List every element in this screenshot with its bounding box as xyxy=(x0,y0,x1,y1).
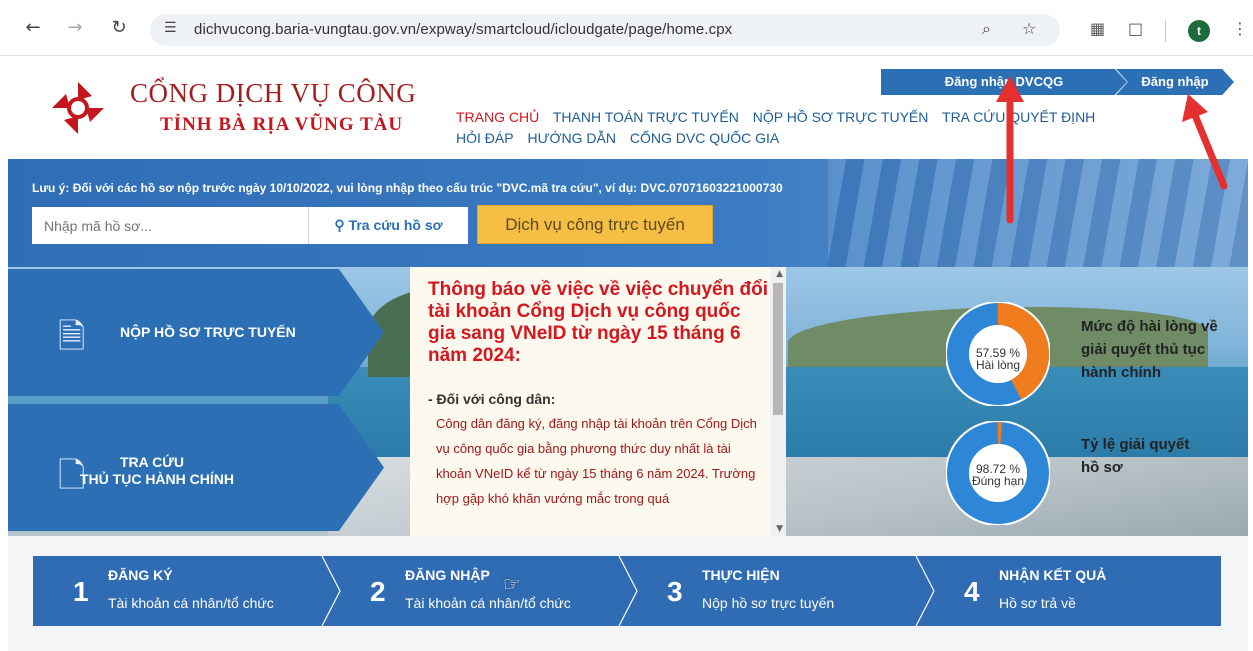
menu-submit-online[interactable]: NỘP HỒ SƠ TRỰC TUYẾN xyxy=(753,109,929,125)
step-desc: Tài khoản cá nhân/tổ chức xyxy=(405,595,571,611)
submit-online-label: NỘP HỒ SƠ TRỰC TUYẾN xyxy=(120,324,296,340)
browser-toolbar: ← → ↻ ☰ dichvucong.baria-vungtau.gov.vn/… xyxy=(0,0,1253,56)
bookmark-star-icon[interactable]: ☆ xyxy=(1022,19,1036,38)
step-title: THỰC HIỆN xyxy=(702,567,780,583)
menu-faq[interactable]: HỎI ĐÁP xyxy=(456,130,514,146)
main-menu: TRANG CHỦ THANH TOÁN TRỰC TUYẾN NỘP HỒ S… xyxy=(456,107,1196,149)
toolbar-divider xyxy=(1165,20,1166,42)
forward-icon[interactable]: → xyxy=(64,17,86,39)
process-steps: 1 ĐĂNG KÝ Tài khoản cá nhân/tổ chức 2 ĐĂ… xyxy=(33,556,1221,626)
search-band: Lưu ý: Đối với các hồ sơ nộp trước ngày … xyxy=(8,159,1248,267)
qr-code-icon[interactable]: ▦ xyxy=(1090,19,1105,38)
step-number: 2 xyxy=(370,576,386,607)
search-button-label: Tra cứu hồ sơ xyxy=(348,217,443,233)
announcement-subtitle: - Đối với công dân: xyxy=(428,391,556,407)
search-icon: ⚲ xyxy=(334,217,345,233)
document-hand-icon: 🗎 xyxy=(58,317,86,357)
step-number: 4 xyxy=(964,576,980,607)
satisfaction-label: Mức độ hài lòng về giải quyết thủ tục hà… xyxy=(1081,318,1218,381)
online-service-button[interactable]: Dịch vụ công trực tuyến xyxy=(477,205,713,244)
brand-title: CỔNG DỊCH VỤ CÔNG xyxy=(130,78,417,108)
reload-icon[interactable]: ↻ xyxy=(108,17,130,39)
profile-avatar[interactable]: t xyxy=(1188,20,1210,42)
step-desc: Hồ sơ trả về xyxy=(999,595,1076,611)
hand-cursor-icon: ☞ xyxy=(503,572,521,596)
menu-kebab-icon[interactable]: ⋮ xyxy=(1232,19,1248,38)
scroll-down-icon[interactable]: ▼ xyxy=(776,524,783,534)
step-title: NHẬN KẾT QUẢ xyxy=(999,567,1107,583)
brand-subtitle: TỈNH BÀ RỊA VŨNG TÀU xyxy=(160,114,404,135)
step-number: 3 xyxy=(667,576,683,607)
announcement-title: Thông báo về việc về việc chuyển đổi tài… xyxy=(428,279,768,366)
announcement-panel: Thông báo về việc về việc chuyển đổi tài… xyxy=(410,267,786,536)
procedure-lookup-tile[interactable]: 🗋 TRA CỨU THỦ TỤC HÀNH CHÍNH xyxy=(8,404,384,531)
step-register[interactable]: 1 ĐĂNG KÝ Tài khoản cá nhân/tổ chức xyxy=(33,556,330,626)
record-search-input[interactable] xyxy=(32,207,308,244)
announcement-body: Công dân đăng ký, đăng nhập tài khoản tr… xyxy=(436,416,757,506)
lookup-label-1: TRA CỨU xyxy=(120,454,184,470)
step-login[interactable]: 2 ĐĂNG NHẬP Tài khoản cá nhân/tổ chức xyxy=(330,556,627,626)
url-text: dichvucong.baria-vungtau.gov.vn/expway/s… xyxy=(194,21,733,38)
site-settings-icon[interactable]: ☰ xyxy=(164,20,177,36)
menu-online-payment[interactable]: THANH TOÁN TRỰC TUYẾN xyxy=(553,109,739,125)
step-receive-result[interactable]: 4 NHẬN KẾT QUẢ Hồ sơ trả về xyxy=(924,556,1221,626)
announcement-scrollbar[interactable]: ▲ ▼ xyxy=(770,267,786,536)
on-time-caption: Đúng hạn xyxy=(971,474,1025,488)
step-number: 1 xyxy=(73,576,89,607)
site-header: CỔNG DỊCH VỤ CÔNG TỈNH BÀ RỊA VŨNG TÀU T… xyxy=(8,56,1248,159)
address-bar[interactable]: ☰ dichvucong.baria-vungtau.gov.vn/expway… xyxy=(150,14,1060,46)
step-title: ĐĂNG NHẬP xyxy=(405,567,490,583)
annotation-arrow xyxy=(996,76,1024,224)
scroll-up-icon[interactable]: ▲ xyxy=(776,269,783,279)
back-icon[interactable]: ← xyxy=(22,17,44,39)
annotation-arrow xyxy=(1182,94,1228,190)
search-button[interactable]: ⚲ Tra cứu hồ sơ xyxy=(308,207,468,244)
menu-national-portal[interactable]: CỔNG DVC QUỐC GIA xyxy=(630,130,779,146)
step-desc: Tài khoản cá nhân/tổ chức xyxy=(108,595,274,611)
scrollbar-thumb[interactable] xyxy=(773,283,783,415)
menu-guide[interactable]: HƯỚNG DẪN xyxy=(527,130,616,146)
hero-section: 🗎 NỘP HỒ SƠ TRỰC TUYẾN 🗋 TRA CỨU THỦ TỤC… xyxy=(8,267,1248,536)
on-time-label: Tỷ lệ giải quyết hồ sơ xyxy=(1081,436,1190,476)
submit-online-tile[interactable]: 🗎 NỘP HỒ SƠ TRỰC TUYẾN xyxy=(8,269,384,396)
lookup-label-2: THỦ TỤC HÀNH CHÍNH xyxy=(80,471,234,487)
step-title: ĐĂNG KÝ xyxy=(108,567,173,583)
notice-text: Lưu ý: Đối với các hồ sơ nộp trước ngày … xyxy=(32,181,783,195)
extensions-icon[interactable]: □ xyxy=(1128,19,1143,38)
step-desc: Nộp hồ sơ trực tuyến xyxy=(702,595,835,611)
step-perform[interactable]: 3 THỰC HIỆN Nộp hồ sơ trực tuyến xyxy=(627,556,924,626)
satisfaction-caption: Hài lòng xyxy=(975,358,1021,372)
zoom-icon[interactable]: ⌕ xyxy=(982,19,991,39)
menu-home[interactable]: TRANG CHỦ xyxy=(456,109,539,125)
logo-icon xyxy=(52,82,104,134)
